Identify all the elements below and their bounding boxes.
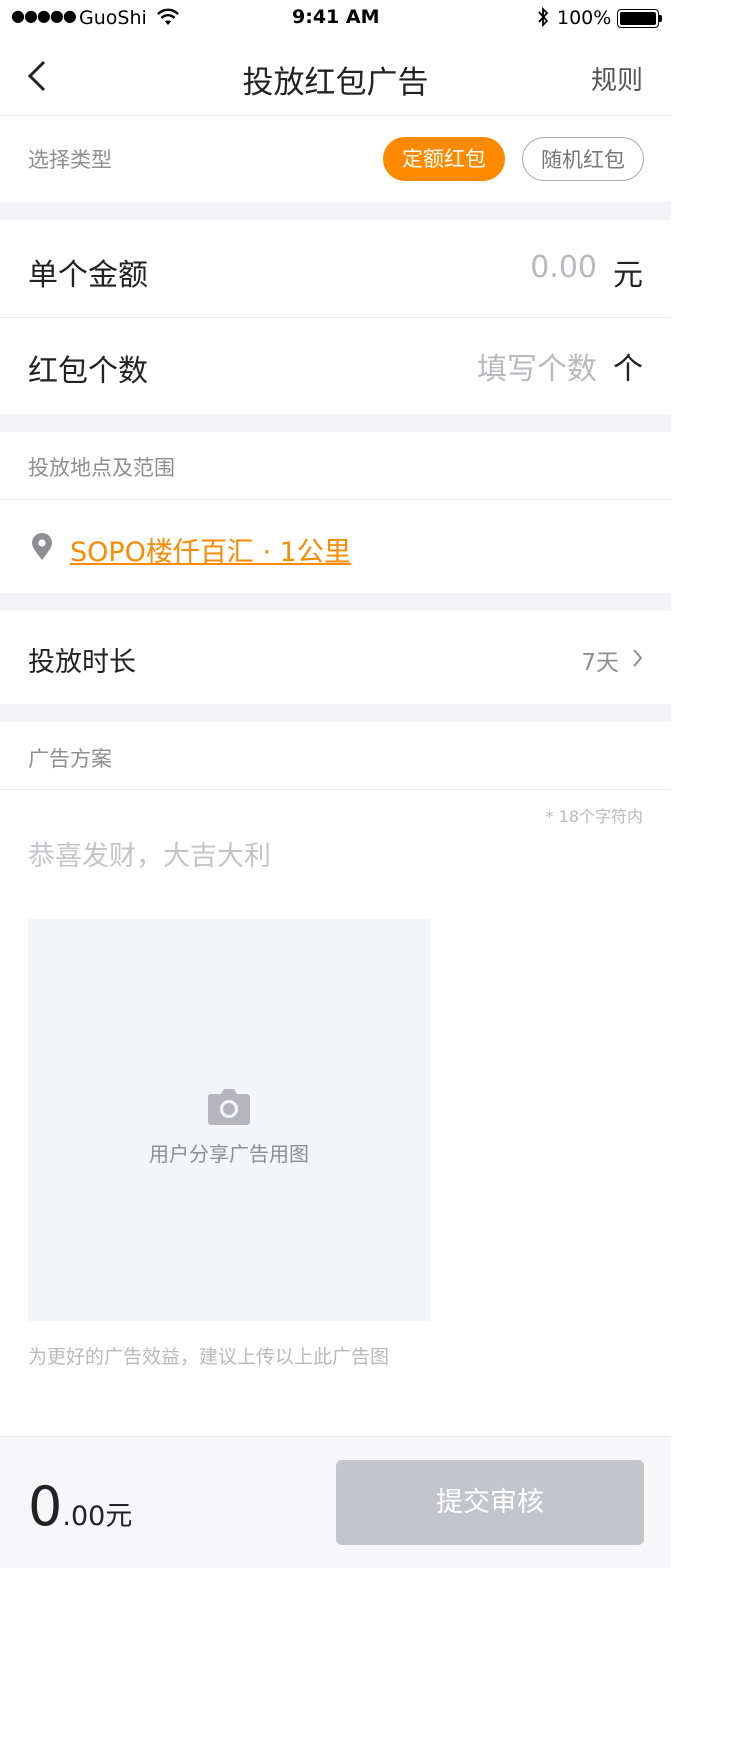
type-select-label: 选择类型 — [28, 148, 112, 172]
nav-bar: 投放红包广告 规则 — [0, 38, 671, 116]
random-amount-option[interactable]: 随机红包 — [522, 137, 644, 181]
battery-icon — [617, 9, 662, 28]
back-arrow-icon[interactable] — [24, 58, 50, 94]
image-upload-box[interactable]: 用户分享广告用图 — [28, 919, 430, 1321]
carrier-name: GuoShi — [79, 7, 147, 29]
total-unit: 元 — [105, 1501, 133, 1532]
section-gap — [0, 414, 671, 432]
ad-text-input[interactable]: 恭喜发财，大吉大利 — [28, 834, 628, 874]
location-value[interactable]: SOPO楼仟百汇 · 1公里 — [70, 530, 351, 569]
location-header: 投放地点及范围 — [28, 456, 175, 480]
upload-label: 用户分享广告用图 — [149, 1142, 309, 1166]
count-input[interactable]: 填写个数 — [477, 344, 597, 388]
amount-row[interactable]: 单个金额 0.00 元 — [0, 220, 671, 317]
fixed-amount-option[interactable]: 定额红包 — [383, 137, 505, 181]
rules-link[interactable]: 规则 — [591, 60, 643, 97]
amount-label: 单个金额 — [28, 258, 148, 293]
location-row[interactable]: SOPO楼仟百汇 · 1公里 — [0, 500, 671, 593]
section-gap — [0, 202, 671, 220]
ad-plan-header: 广告方案 — [28, 747, 112, 771]
page-title: 投放红包广告 — [242, 65, 429, 101]
count-label: 红包个数 — [28, 354, 148, 389]
duration-label: 投放时长 — [28, 647, 136, 678]
divider — [0, 789, 671, 790]
upload-suggestion: 为更好的广告效益，建议上传以上此广告图 — [28, 1346, 390, 1368]
camera-icon — [208, 1089, 250, 1125]
count-row[interactable]: 红包个数 填写个数 个 — [0, 318, 671, 414]
location-header-row: 投放地点及范围 — [0, 432, 671, 499]
signal-dots: ●●●●● — [11, 6, 77, 25]
wifi-icon — [157, 8, 179, 25]
bluetooth-icon — [538, 6, 549, 28]
ad-plan-header-row: 广告方案 — [0, 722, 671, 789]
location-pin-icon — [32, 533, 52, 560]
amount-unit: 元 — [613, 258, 643, 293]
type-select-row: 选择类型 定额红包 随机红包 — [0, 116, 671, 202]
clock: 9:41 AM — [292, 6, 380, 28]
chevron-right-icon — [633, 649, 643, 667]
char-limit-hint: * 18个字符内 — [545, 807, 643, 826]
section-gap — [0, 593, 671, 611]
submit-button[interactable]: 提交审核 — [336, 1460, 644, 1545]
duration-value: 7天 — [581, 650, 619, 676]
count-unit: 个 — [613, 352, 643, 387]
total-decimal: .00 — [62, 1501, 106, 1532]
battery-percent: 100% — [557, 7, 612, 29]
amount-input[interactable]: 0.00 — [530, 250, 597, 285]
duration-row[interactable]: 投放时长 7天 — [0, 611, 671, 704]
footer-bar: 0.00元 提交审核 — [0, 1436, 671, 1568]
status-bar: ●●●●● GuoShi 9:41 AM 100% — [0, 0, 671, 38]
total-integer: 0 — [28, 1475, 63, 1538]
section-gap — [0, 704, 671, 722]
total-amount: 0.00元 — [28, 1475, 132, 1538]
